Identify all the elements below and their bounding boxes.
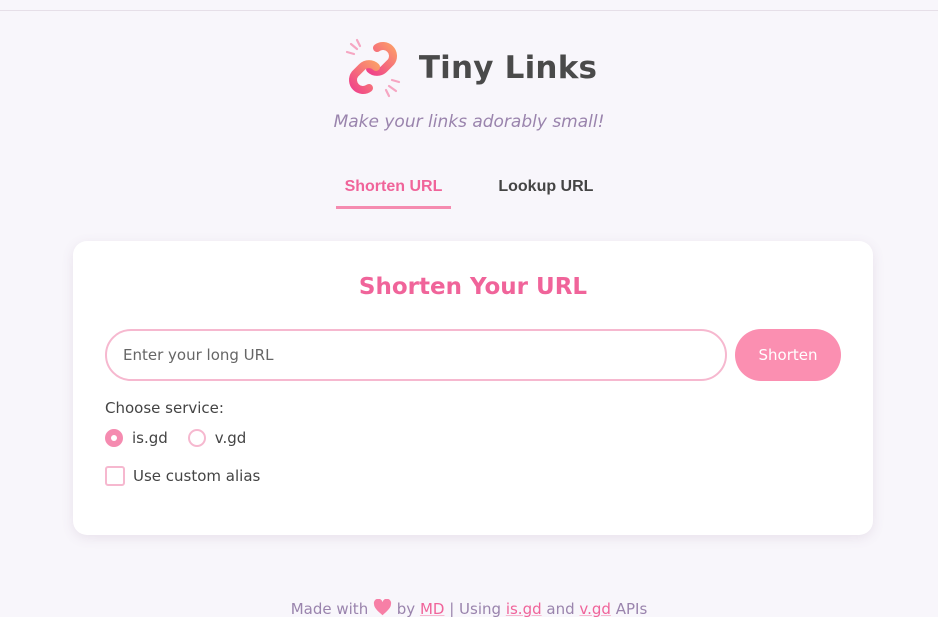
heart-icon <box>373 599 392 616</box>
service-radio-group: is.gd v.gd <box>105 427 266 449</box>
radio-vgd[interactable] <box>187 429 206 447</box>
custom-alias-option[interactable]: Use custom alias <box>105 466 260 486</box>
footer-author-link[interactable]: MD <box>420 600 445 617</box>
top-bar <box>0 0 938 11</box>
app-title: Tiny Links <box>418 50 598 86</box>
footer-apis: APIs <box>615 600 648 617</box>
service-option-isgd[interactable]: is.gd <box>105 429 168 447</box>
link-chain-icon <box>345 38 400 98</box>
footer-and: and <box>546 600 575 617</box>
custom-alias-label: Use custom alias <box>133 467 261 485</box>
card-title: Shorten Your URL <box>358 274 588 300</box>
service-label-vgd: v.gd <box>214 429 247 447</box>
footer-made-with: Made with <box>290 600 369 617</box>
tab-bar: Shorten URL Lookup URL <box>0 174 938 210</box>
tab-shorten-url[interactable]: Shorten URL <box>335 174 452 209</box>
radio-isgd[interactable] <box>105 429 123 447</box>
footer-by: by <box>396 600 416 617</box>
app-subtitle: Make your links adorably small! <box>333 112 605 132</box>
long-url-input[interactable] <box>105 329 727 381</box>
service-option-vgd[interactable]: v.gd <box>187 429 247 447</box>
shorten-button[interactable]: Shorten <box>735 329 841 381</box>
app-header: Tiny Links <box>0 36 938 100</box>
footer: Made with by MD | Using is.gd and v.gd A… <box>0 599 938 617</box>
custom-alias-checkbox[interactable] <box>105 466 125 486</box>
service-label: Choose service: <box>105 399 224 417</box>
shorten-card: Shorten Your URL Shorten Choose service:… <box>73 241 873 535</box>
footer-vgd-link[interactable]: v.gd <box>579 600 611 617</box>
footer-separator: | Using <box>449 600 502 617</box>
tab-lookup-url[interactable]: Lookup URL <box>489 174 602 209</box>
service-label-isgd: is.gd <box>132 429 168 447</box>
footer-isgd-link[interactable]: is.gd <box>506 600 542 617</box>
